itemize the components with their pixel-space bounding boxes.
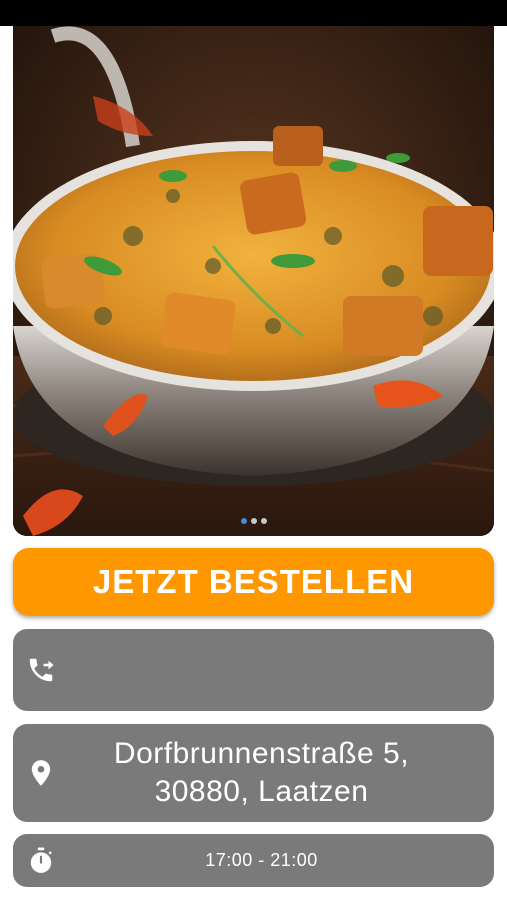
phone-forward-icon bbox=[13, 655, 69, 685]
carousel-dot-2[interactable] bbox=[250, 518, 257, 524]
curry-dish-image bbox=[13, 26, 494, 536]
opening-hours-value: 17:00 - 21:00 bbox=[205, 850, 318, 870]
opening-hours-card[interactable]: 17:00 - 21:00 bbox=[13, 834, 494, 887]
address-line-1: Dorfbrunnenstraße 5, bbox=[113, 737, 410, 770]
address-card[interactable]: Dorfbrunnenstraße 5, 30880, Laatzen bbox=[13, 724, 494, 822]
stopwatch-icon bbox=[13, 847, 69, 875]
address-line-2: 30880, Laatzen bbox=[154, 775, 369, 808]
location-pin-icon bbox=[13, 759, 69, 787]
status-bar bbox=[0, 0, 507, 26]
food-image-carousel[interactable] bbox=[13, 26, 494, 536]
order-now-label: JETZT BESTELLEN bbox=[92, 563, 415, 600]
phone-card[interactable] bbox=[13, 629, 494, 711]
order-now-button[interactable]: JETZT BESTELLEN bbox=[13, 548, 494, 616]
carousel-indicator[interactable] bbox=[13, 518, 494, 524]
carousel-dot-1[interactable] bbox=[240, 518, 247, 524]
address-text: Dorfbrunnenstraße 5, 30880, Laatzen bbox=[69, 735, 494, 811]
carousel-dot-3[interactable] bbox=[260, 518, 267, 524]
